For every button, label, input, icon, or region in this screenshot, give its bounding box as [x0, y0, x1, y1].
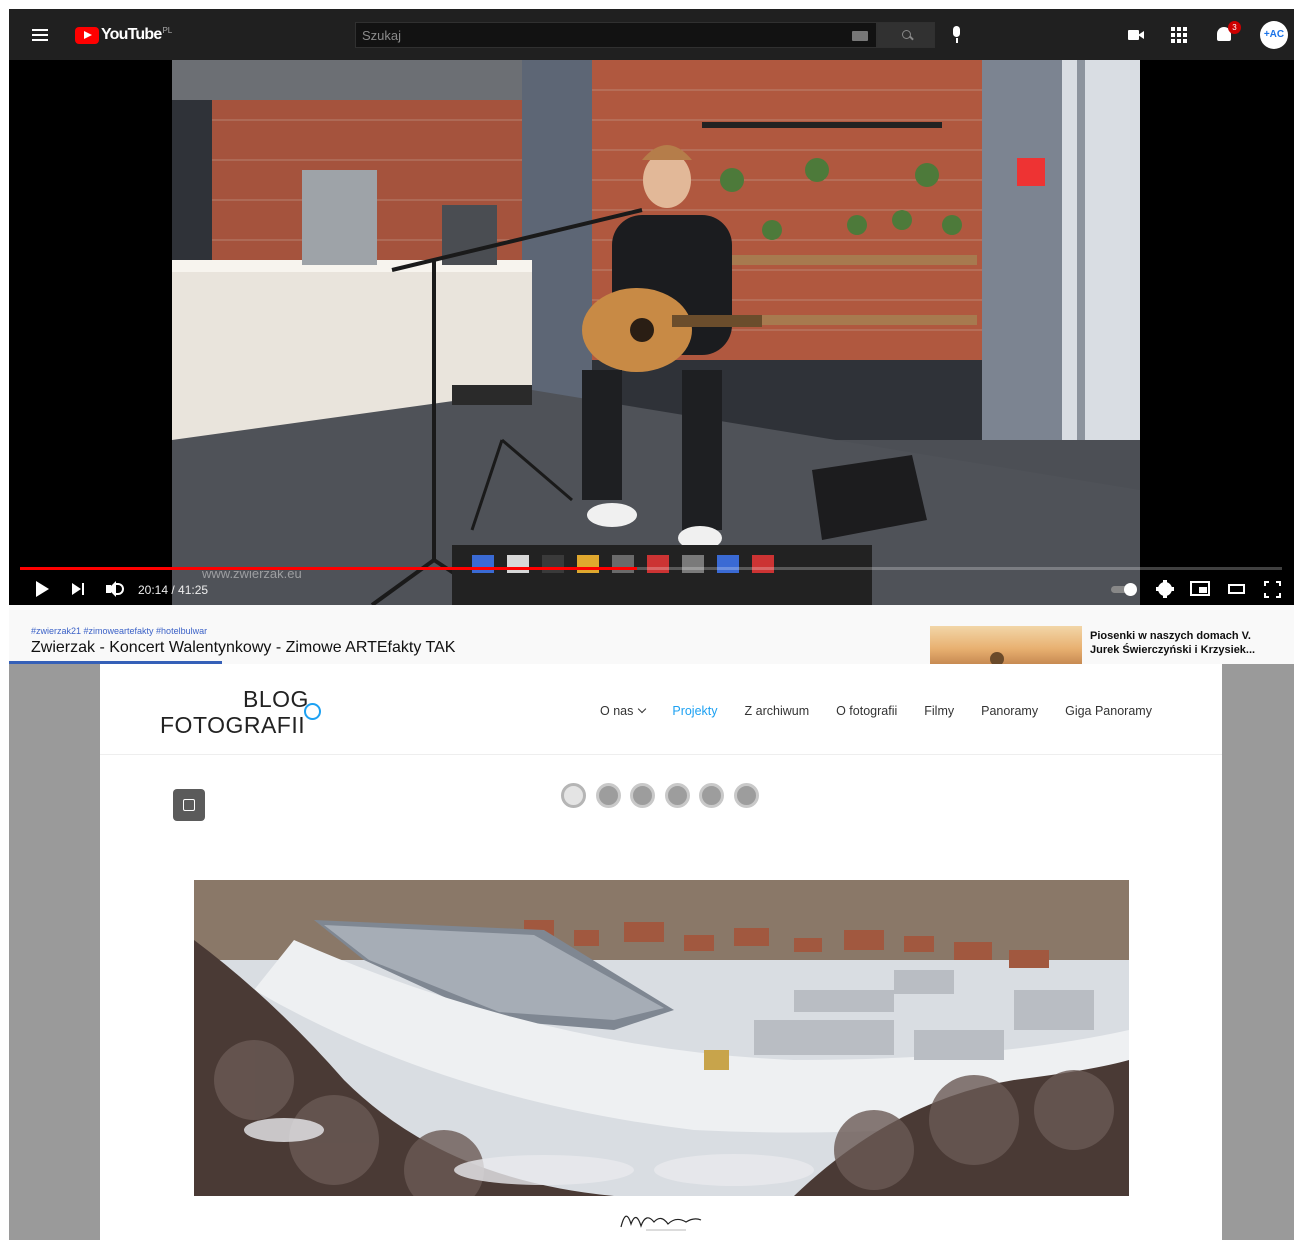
nav-item-label: Filmy	[924, 704, 955, 718]
youtube-window: YouTube PL 3 +AC	[9, 9, 1294, 664]
slider-dot[interactable]	[630, 783, 655, 808]
youtube-play-logo-icon	[75, 26, 99, 44]
microphone-icon[interactable]	[947, 23, 967, 47]
progress-bar-fill	[20, 567, 637, 570]
notifications-bell-icon[interactable]: 3	[1214, 21, 1241, 46]
blog-header: BLOG FOTOGRAFII O nas Projekty Z archiwum O…	[100, 664, 1222, 755]
nav-item-projekty[interactable]: Projekty	[672, 704, 717, 718]
video-still-image: www.zwierzak.eu	[172, 60, 1140, 605]
video-player[interactable]: www.zwierzak.eu 20:14 / 41:25	[9, 60, 1294, 605]
search-button[interactable]	[877, 22, 935, 48]
volume-icon[interactable]	[105, 578, 127, 600]
youtube-header: YouTube PL 3 +AC	[9, 9, 1294, 60]
logo-ring-icon	[304, 703, 321, 720]
youtube-logo-text: YouTube	[101, 26, 162, 43]
search-input[interactable]	[356, 23, 836, 47]
chevron-down-icon	[638, 704, 647, 714]
video-info: #zwierzak21 #zimoweartefakty #hotelbulwa…	[9, 605, 1294, 664]
suggested-video-thumbnail[interactable]	[930, 626, 1082, 664]
player-controls: 20:14 / 41:25	[9, 574, 1294, 605]
fullscreen-expand-button[interactable]	[173, 789, 205, 821]
nav-item-label: Z archiwum	[744, 704, 810, 718]
winter-aerial-panorama	[194, 880, 1129, 1196]
nav-item-label: Panoramy	[981, 704, 1039, 718]
photographer-signature	[620, 1215, 702, 1231]
nav-item-z-archiwum[interactable]: Z archiwum	[745, 704, 810, 718]
slider-pagination	[561, 783, 768, 808]
blog-page: BLOG FOTOGRAFII O nas Projekty Z archiwum O…	[100, 664, 1222, 1240]
video-title: Zwierzak - Koncert Walentynkowy - Zimowe…	[31, 639, 456, 656]
blog-logo-line1: BLOG	[243, 686, 309, 712]
nav-item-label: O nas	[600, 704, 634, 718]
region-code: PL	[162, 25, 173, 35]
create-video-icon[interactable]	[1126, 27, 1146, 43]
nav-item-o-fotografii[interactable]: O fotografii	[836, 704, 897, 718]
nav-item-label: O fotografii	[836, 704, 898, 718]
nav-item-label: Giga Panoramy	[1065, 704, 1152, 718]
video-hashtags[interactable]: #zwierzak21 #zimoweartefakty #hotelbulwa…	[31, 626, 207, 636]
slider-dot[interactable]	[699, 783, 724, 808]
nav-item-label: Projekty	[672, 704, 718, 718]
next-icon[interactable]	[71, 578, 89, 600]
nav-item-o-nas[interactable]: O nas	[600, 704, 647, 718]
youtube-logo[interactable]: YouTube PL	[75, 25, 172, 45]
miniplayer-icon[interactable]	[1189, 578, 1211, 600]
video-frame[interactable]: www.zwierzak.eu	[172, 60, 1140, 605]
slider-dot[interactable]	[664, 783, 690, 808]
panorama-image[interactable]	[194, 880, 1129, 1196]
notification-count-badge: 3	[1228, 21, 1241, 34]
fullscreen-icon[interactable]	[1264, 578, 1282, 600]
suggested-video[interactable]: Piosenki w naszych domach V. Jurek Świer…	[930, 626, 1290, 664]
nav-item-panoramy[interactable]: Panoramy	[981, 704, 1038, 718]
blog-navigation: O nas Projekty Z archiwum O fotografii Filmy…	[600, 702, 1179, 720]
time-display: 20:14 / 41:25	[138, 583, 209, 597]
autoplay-toggle[interactable]	[1111, 583, 1137, 596]
progress-bar[interactable]	[20, 567, 1282, 570]
menu-icon[interactable]	[27, 23, 57, 47]
settings-gear-icon[interactable]	[1155, 578, 1175, 600]
slider-dot[interactable]	[595, 783, 621, 808]
suggested-video-title[interactable]: Piosenki w naszych domach V. Jurek Świer…	[1090, 629, 1280, 657]
slider-dot[interactable]	[561, 783, 586, 808]
avatar[interactable]: +AC	[1260, 21, 1288, 49]
search-box	[355, 22, 877, 48]
slider-dot[interactable]	[733, 783, 759, 808]
nav-item-giga-panoramy[interactable]: Giga Panoramy	[1065, 704, 1152, 718]
theater-mode-icon[interactable]	[1227, 578, 1247, 600]
keyboard-icon[interactable]	[852, 31, 868, 41]
nav-item-filmy[interactable]: Filmy	[924, 704, 954, 718]
blog-logo[interactable]: BLOG FOTOGRAFII	[160, 684, 340, 744]
play-icon[interactable]	[33, 578, 51, 600]
blog-logo-line2: FOTOGRAFII	[160, 712, 306, 738]
apps-grid-icon[interactable]	[1170, 26, 1188, 44]
